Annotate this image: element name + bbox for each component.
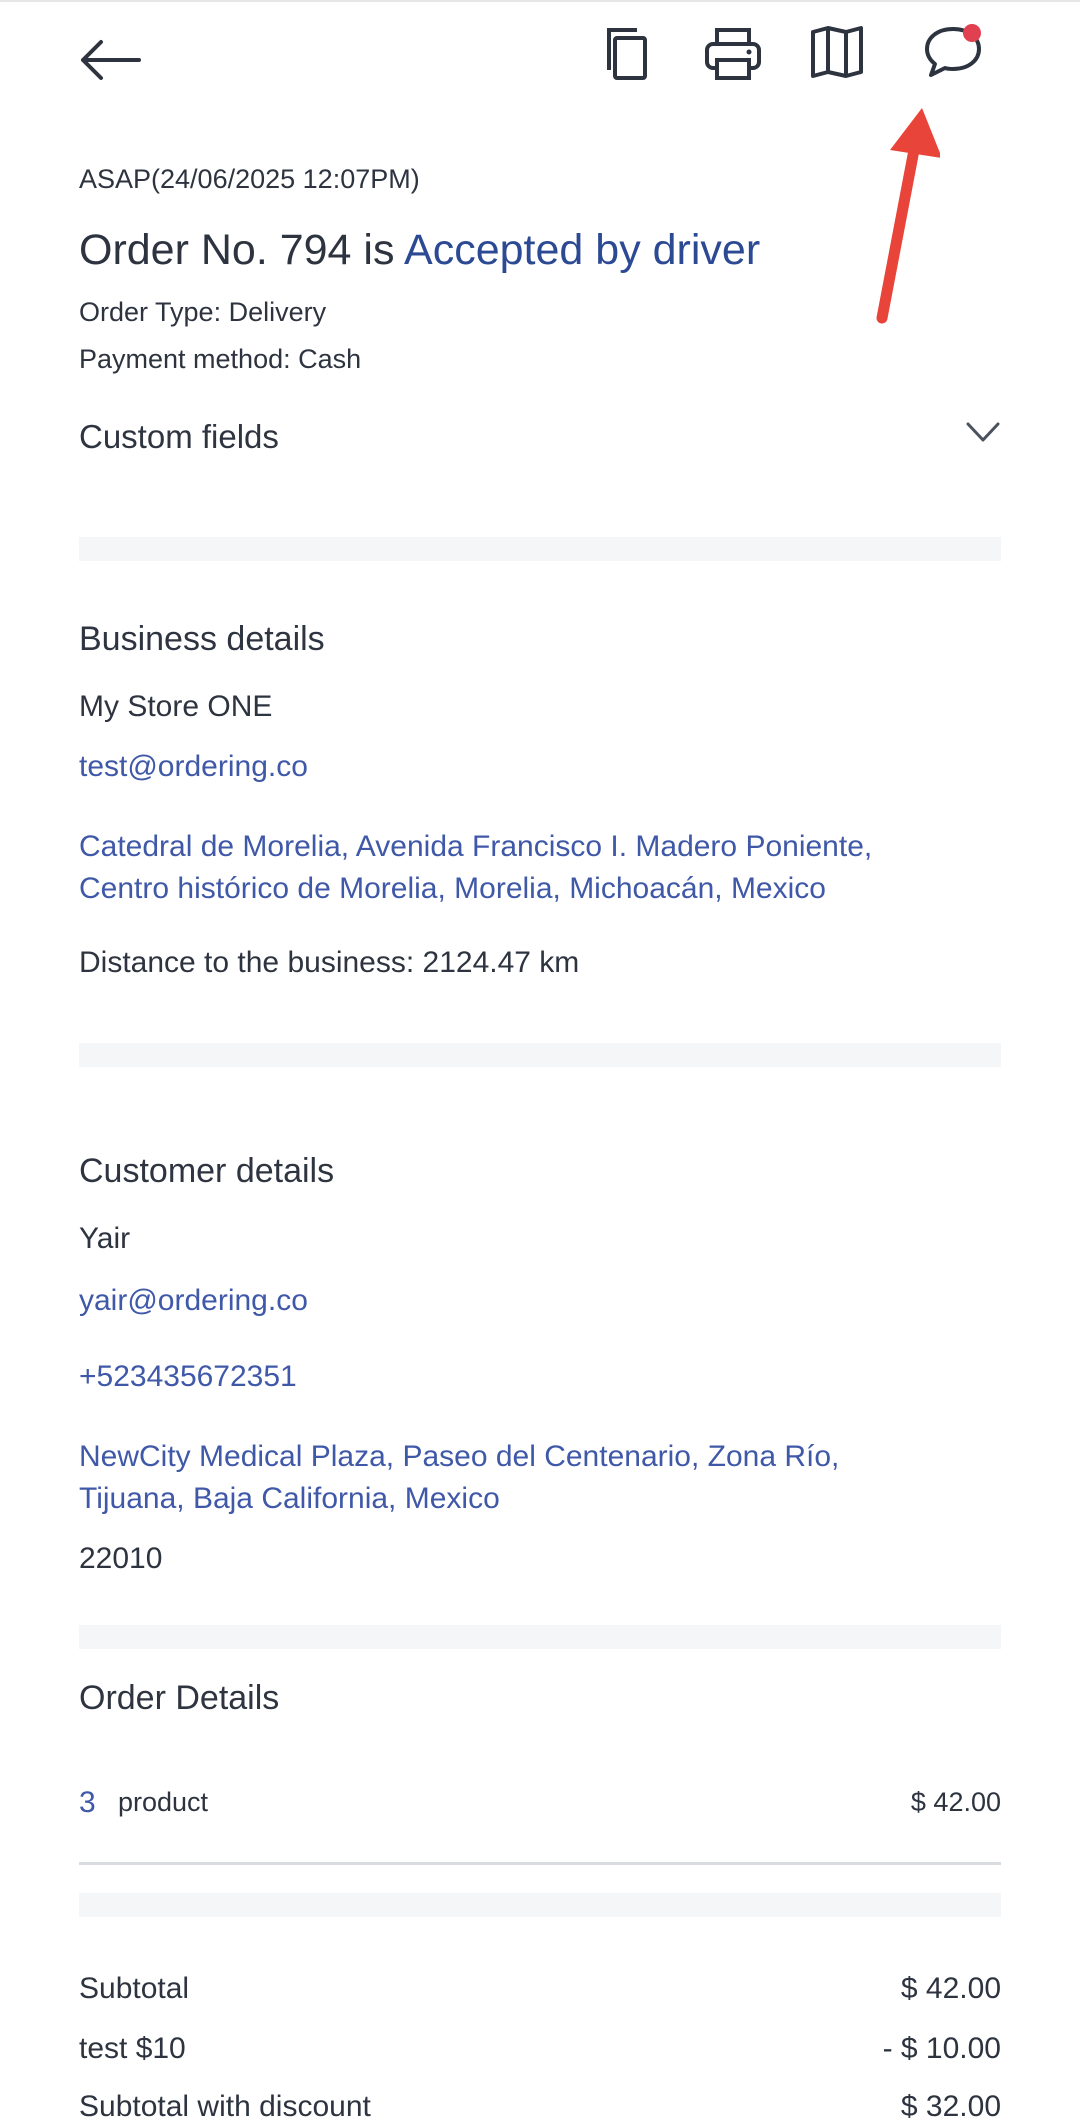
- copy-button[interactable]: [598, 22, 654, 86]
- business-address-link[interactable]: Catedral de Morelia, Avenida Francisco I…: [79, 826, 872, 910]
- top-divider: [0, 0, 1080, 2]
- business-email-link[interactable]: test@ordering.co: [79, 750, 308, 784]
- business-details-heading: Business details: [79, 620, 325, 658]
- order-title: Order No. 794 is Accepted by driver: [79, 226, 760, 275]
- order-details-heading: Order Details: [79, 1679, 280, 1717]
- subtotal-label: Subtotal: [79, 1972, 190, 2005]
- custom-fields-label: Custom fields: [79, 418, 279, 455]
- order-number-text: Order No. 794 is: [79, 226, 405, 274]
- subtotal-row: Subtotal $ 42.00: [79, 1972, 1001, 2006]
- order-schedule: ASAP(24/06/2025 12:07PM): [79, 164, 420, 194]
- subtotal-value: $ 42.00: [900, 1972, 1001, 2005]
- order-type: Order Type: Delivery: [79, 297, 327, 327]
- order-item-row[interactable]: 3 product $ 42.00: [79, 1780, 1001, 1830]
- arrow-left-icon: [81, 40, 141, 80]
- item-quantity: 3: [79, 1786, 96, 1819]
- custom-fields-toggle[interactable]: Custom fields: [79, 414, 1001, 470]
- discount-label: test $10: [79, 2032, 186, 2065]
- back-button[interactable]: [70, 30, 150, 90]
- discount-value: - $ 10.00: [882, 2032, 1001, 2065]
- chat-button[interactable]: [918, 18, 988, 84]
- customer-email-link[interactable]: yair@ordering.co: [79, 1284, 308, 1318]
- customer-zipcode: 22010: [79, 1542, 163, 1575]
- chat-icon: [925, 24, 981, 77]
- item-divider: [79, 1862, 1001, 1865]
- print-icon: [705, 28, 761, 80]
- print-button[interactable]: [700, 22, 766, 86]
- map-icon: [811, 26, 863, 78]
- item-name: product: [118, 1787, 209, 1817]
- section-divider: [79, 537, 1001, 561]
- customer-address-link[interactable]: NewCity Medical Plaza, Paseo del Centena…: [79, 1436, 839, 1520]
- section-divider: [79, 1043, 1001, 1067]
- payment-method: Payment method: Cash: [79, 344, 362, 374]
- subtotal-discount-value: $ 32.00: [900, 2090, 1001, 2123]
- annotation-arrow: [876, 108, 940, 324]
- copy-icon: [607, 28, 647, 80]
- customer-details-heading: Customer details: [79, 1152, 335, 1190]
- discount-row: test $10 - $ 10.00: [79, 2032, 1001, 2066]
- section-divider: [79, 1625, 1001, 1649]
- chevron-down-icon: [966, 422, 1000, 442]
- customer-phone-link[interactable]: +523435672351: [79, 1360, 297, 1394]
- section-divider: [79, 1893, 1001, 1917]
- order-status: Accepted by driver: [404, 226, 761, 274]
- customer-address-line2: Tijuana, Baja California, Mexico: [79, 1482, 500, 1515]
- business-name: My Store ONE: [79, 690, 273, 723]
- business-address-line1: Catedral de Morelia, Avenida Francisco I…: [79, 830, 873, 863]
- business-distance: Distance to the business: 2124.47 km: [79, 946, 580, 979]
- customer-name: Yair: [79, 1222, 131, 1255]
- business-address-line2: Centro histórico de Morelia, Morelia, Mi…: [79, 872, 826, 905]
- map-button[interactable]: [806, 20, 868, 84]
- subtotal-discount-label: Subtotal with discount: [79, 2090, 371, 2123]
- item-price: $ 42.00: [910, 1787, 1001, 1817]
- customer-address-line1: NewCity Medical Plaza, Paseo del Centena…: [79, 1440, 840, 1473]
- subtotal-discount-row: Subtotal with discount $ 32.00: [79, 2090, 1001, 2124]
- notification-badge: [963, 24, 981, 42]
